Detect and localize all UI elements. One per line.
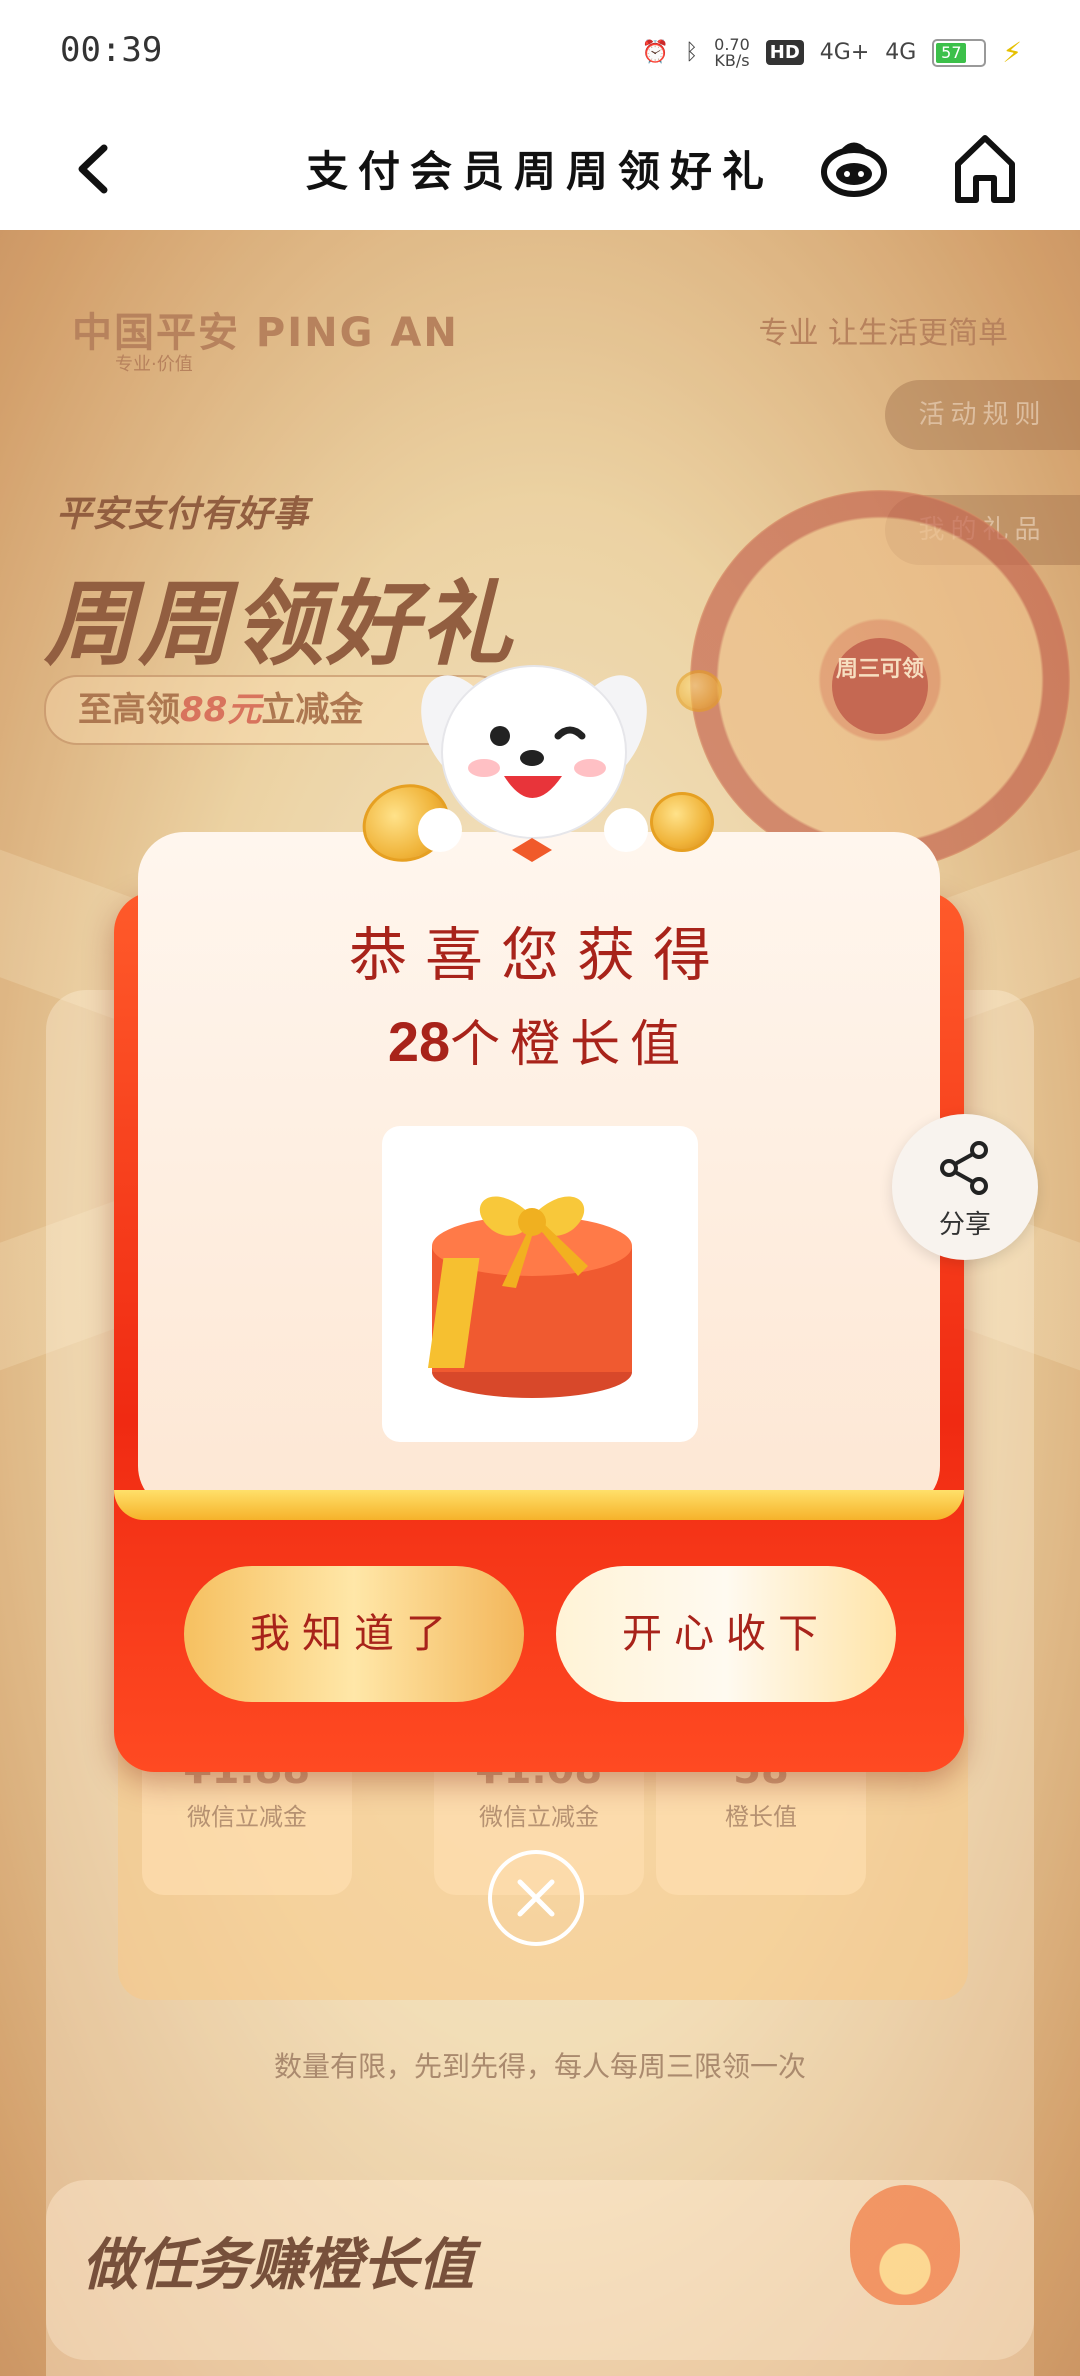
signal-4g: 4G — [885, 40, 917, 65]
know-button[interactable]: 我知道了 — [184, 1566, 524, 1702]
close-button[interactable] — [488, 1850, 584, 1946]
title-bar: 支付会员周周领好礼 — [0, 110, 1080, 230]
share-button[interactable]: 分享 — [892, 1114, 1038, 1260]
net-speed-unit: KB/s — [714, 50, 750, 70]
modal-amount-value: 28 — [387, 1010, 451, 1073]
battery-level: 57 — [936, 42, 967, 63]
assistant-button[interactable] — [816, 132, 892, 208]
net-speed: 0.70 KB/s — [714, 36, 750, 70]
accept-button[interactable]: 开心收下 — [556, 1566, 896, 1702]
gift-box-icon — [427, 1196, 632, 1398]
share-icon — [940, 1141, 988, 1195]
share-label: 分享 — [938, 1210, 991, 1240]
signal-4g-plus: 4G+ — [819, 40, 870, 65]
gift-image — [382, 1126, 698, 1442]
battery-icon: 57 — [932, 38, 987, 67]
status-bar: 00:39 ⏰ ᛒ 0.70 KB/s HD 4G+ 4G 57 ⚡ — [0, 0, 1080, 110]
modal-title: 恭喜您获得 — [348, 921, 729, 989]
bluetooth-icon: ᛒ — [684, 40, 699, 65]
status-icons: ⏰ ᛒ 0.70 KB/s HD 4G+ 4G 57 ⚡ — [642, 36, 1022, 69]
close-icon — [517, 1879, 555, 1917]
home-button[interactable] — [950, 130, 1020, 206]
status-time: 00:39 — [60, 30, 163, 70]
coin-icon — [676, 670, 722, 712]
modal-amount-unit: 个橙长值 — [450, 1015, 691, 1073]
charging-icon: ⚡ — [1002, 36, 1022, 69]
home-icon — [955, 135, 1015, 203]
modal-gold-band — [114, 1490, 964, 1520]
page-title: 支付会员周周领好礼 — [305, 147, 774, 196]
robot-icon — [821, 142, 887, 197]
hd-badge: HD — [765, 40, 804, 65]
mascot-dog-icon — [418, 665, 648, 862]
modal-amount: 28个橙长值 — [138, 1004, 940, 1076]
alarm-icon: ⏰ — [641, 40, 669, 65]
